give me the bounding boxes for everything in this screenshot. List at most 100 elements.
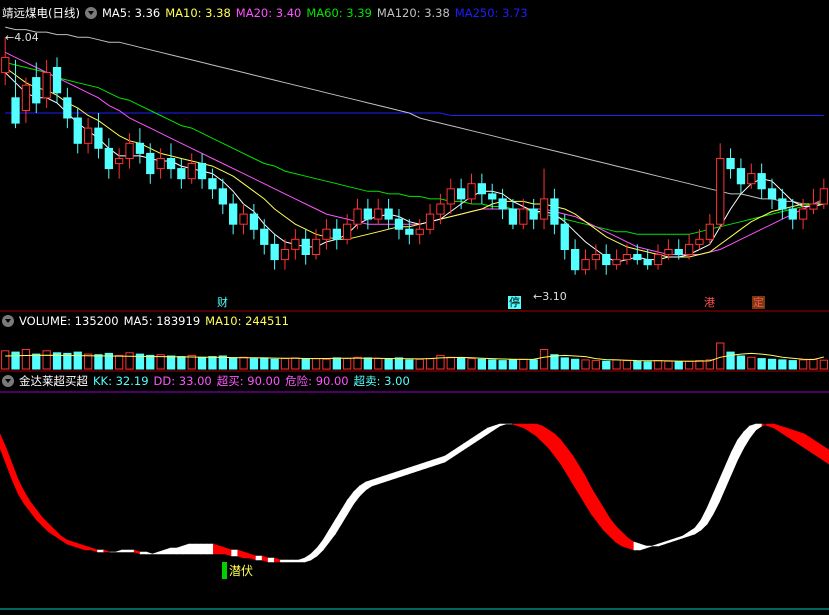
- indicator-band-segment: [133, 549, 141, 555]
- indicator-band-segment: [152, 551, 159, 555]
- volume-bar: [747, 356, 756, 370]
- indicator-band-segment: [261, 555, 269, 563]
- volume-bar: [602, 360, 611, 370]
- volume-bar: [467, 358, 476, 370]
- indicator-band-segment: [718, 465, 726, 503]
- indicator-band-segment: [694, 519, 702, 535]
- volume-bar: [84, 353, 93, 370]
- kk-readout: KK: 32.19: [93, 374, 149, 388]
- indicator-band-segment: [706, 493, 714, 526]
- ma5-readout: MA5: 3.36: [101, 6, 161, 20]
- volume-bar: [664, 360, 673, 370]
- indicator-band-segment: [816, 441, 824, 461]
- indicator-band-segment: [578, 464, 586, 506]
- candle: [550, 198, 559, 225]
- candle: [633, 254, 642, 261]
- candle: [436, 203, 445, 215]
- indicator-header: 金达莱超买超 KK: 32.19 DD: 33.00 超买: 90.00 危险: 90.…: [2, 373, 415, 389]
- candle: [425, 213, 435, 230]
- high-price-label: ←4.04: [5, 31, 39, 44]
- candle: [63, 97, 72, 119]
- indicator-band-segment: [304, 553, 312, 563]
- indicator-band-segment: [475, 431, 482, 443]
- tag-gang[interactable]: 港: [703, 296, 716, 309]
- candle: [104, 147, 113, 170]
- volume-bar: [239, 356, 248, 370]
- indicator-band-segment: [145, 551, 153, 555]
- indicator-band-segment: [615, 525, 623, 547]
- indicator-band-segment: [432, 457, 440, 467]
- indicator-band-segment: [341, 498, 348, 526]
- low-price-value: 3.10: [542, 290, 567, 303]
- indicator-band-segment: [737, 431, 744, 461]
- volume-bar: [311, 358, 321, 370]
- candle: [135, 142, 145, 154]
- volume-bar: [767, 358, 777, 370]
- indicator-band-segment: [127, 549, 135, 553]
- indicator-band-segment: [292, 559, 299, 563]
- indicator-band-segment: [749, 423, 757, 439]
- indicator-band-segment: [444, 451, 452, 463]
- panel-menu-icon[interactable]: [84, 7, 97, 19]
- indicator-band-segment: [536, 423, 543, 443]
- volume-bar: [809, 358, 818, 370]
- indicator-band-segment: [48, 523, 56, 537]
- volume-bar: [415, 358, 424, 370]
- volume-bar: [322, 358, 331, 370]
- candle: [156, 158, 165, 170]
- ma10-line: [4, 67, 824, 258]
- tag-cai[interactable]: 财: [216, 296, 229, 309]
- candle: [653, 254, 663, 266]
- volume-bar: [166, 355, 176, 370]
- stock-name: 靖远煤电(日线): [2, 6, 80, 20]
- volume-bar: [457, 357, 466, 370]
- indicator-band-segment: [652, 543, 659, 547]
- indicator-band-segment: [188, 543, 196, 555]
- indicator-band-segment: [469, 435, 476, 447]
- indicator-band-segment: [24, 490, 31, 513]
- indicator-band-segment: [804, 433, 812, 453]
- indicator-band-segment: [280, 559, 287, 563]
- indicator-band-segment: [688, 527, 696, 537]
- volume-bar: [425, 358, 435, 370]
- indicator-band-segment: [621, 531, 629, 549]
- volume-bar: [94, 354, 103, 370]
- candle: [146, 152, 155, 175]
- indicator-band-segment: [97, 549, 104, 553]
- overbought-readout: 超买: 90.00: [216, 374, 281, 388]
- indicator-band-segment: [664, 539, 671, 545]
- tag-ting[interactable]: 停: [508, 296, 521, 309]
- volume-bar: [42, 350, 51, 370]
- candle: [218, 188, 227, 205]
- indicator-band-segment: [176, 545, 184, 555]
- volume-bar: [332, 357, 342, 370]
- candle: [622, 254, 632, 261]
- indicator-band-segment: [450, 447, 458, 459]
- indicator-band-segment: [645, 545, 653, 549]
- volume-bar: [674, 361, 683, 370]
- indicator-band-segment: [456, 443, 464, 455]
- indicator-band-segment: [194, 543, 202, 555]
- candle: [477, 183, 487, 195]
- candle: [21, 84, 31, 111]
- candle: [239, 213, 248, 225]
- candle: [343, 223, 352, 240]
- volume-bar: [208, 356, 217, 370]
- volume-bar: [519, 358, 528, 370]
- candle: [270, 243, 279, 261]
- volume-bar: [21, 349, 31, 370]
- candle: [716, 158, 725, 225]
- candle: [415, 228, 424, 235]
- tag-ding[interactable]: 定: [752, 296, 765, 309]
- indicator-menu-icon[interactable]: [2, 375, 14, 387]
- high-price-value: 4.04: [14, 31, 39, 44]
- indicator-band-segment: [627, 537, 635, 551]
- indicator-band-segment: [316, 539, 324, 557]
- indicator-band-segment: [91, 547, 98, 553]
- candle: [249, 213, 259, 230]
- volume-menu-icon[interactable]: [2, 315, 14, 327]
- indicator-band-segment: [17, 479, 25, 506]
- volume-bar: [115, 354, 124, 370]
- indicator-band-segment: [42, 517, 50, 533]
- indicator-band-segment: [670, 537, 677, 543]
